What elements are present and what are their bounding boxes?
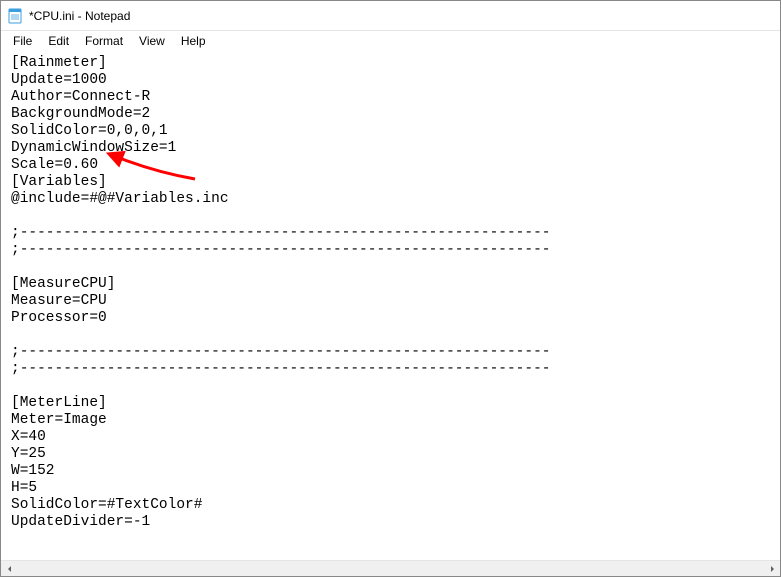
- window-title: *CPU.ini - Notepad: [29, 9, 130, 23]
- horizontal-scrollbar[interactable]: [1, 560, 780, 576]
- menu-edit[interactable]: Edit: [40, 33, 77, 49]
- scroll-track[interactable]: [18, 561, 763, 577]
- scroll-left-icon[interactable]: [1, 561, 18, 577]
- scroll-right-icon[interactable]: [763, 561, 780, 577]
- menu-help[interactable]: Help: [173, 33, 214, 49]
- notepad-icon: [7, 8, 23, 24]
- menu-file[interactable]: File: [5, 33, 40, 49]
- titlebar: *CPU.ini - Notepad: [1, 1, 780, 31]
- menu-format[interactable]: Format: [77, 33, 131, 49]
- menubar: File Edit Format View Help: [1, 31, 780, 51]
- editor-textarea[interactable]: [Rainmeter] Update=1000 Author=Connect-R…: [11, 55, 780, 560]
- menu-view[interactable]: View: [131, 33, 173, 49]
